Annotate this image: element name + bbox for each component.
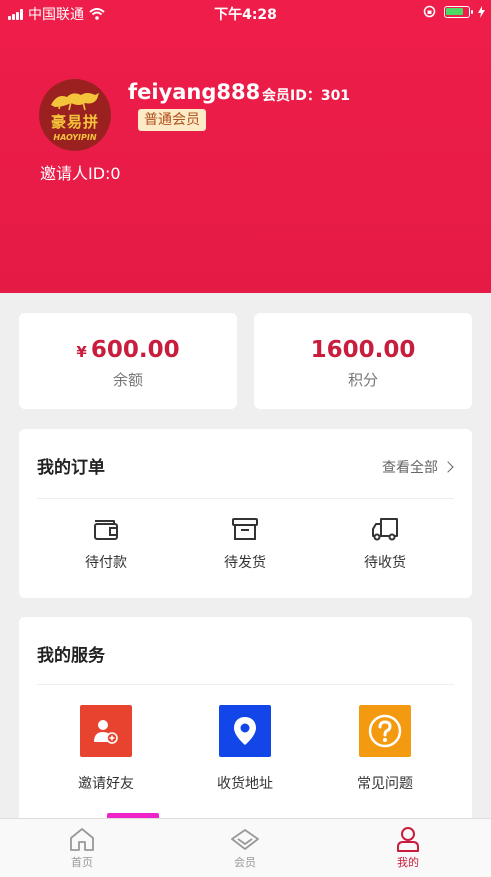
service-shipping-address-label: 收货地址 bbox=[217, 776, 273, 792]
service-invite-friends[interactable]: 邀请好友 bbox=[51, 705, 161, 793]
order-pending-receipt[interactable]: 待收货 bbox=[335, 516, 435, 572]
avatar[interactable]: 豪易拼 HAOYIPIN bbox=[39, 79, 111, 151]
username: feiyang888 bbox=[128, 80, 261, 104]
charging-icon bbox=[478, 5, 485, 18]
points-value: 1600.00 bbox=[310, 337, 416, 363]
member-level-badge: 普通会员 bbox=[138, 109, 206, 131]
box-icon bbox=[232, 518, 258, 540]
user-icon bbox=[397, 827, 419, 852]
divider bbox=[37, 498, 454, 499]
orders-card: 我的订单 查看全部 待付款 待发货 待收货 bbox=[19, 429, 472, 598]
battery-icon bbox=[444, 5, 473, 18]
home-icon bbox=[70, 828, 94, 851]
orientation-lock-icon bbox=[423, 5, 436, 18]
tab-home-label: 首页 bbox=[71, 856, 93, 869]
status-time: 下午4:28 bbox=[214, 7, 277, 23]
member-id: 会员ID：301 bbox=[262, 88, 351, 104]
balance-amount: 600.00 bbox=[90, 337, 180, 363]
balance-label: 余额 bbox=[112, 371, 143, 389]
divider bbox=[37, 684, 454, 685]
diamond-icon bbox=[231, 829, 259, 850]
service-faq-label: 常见问题 bbox=[357, 776, 413, 792]
order-pending-receipt-label: 待收货 bbox=[364, 555, 406, 571]
profile-header: 中国联通 下午4:28 豪易拼 HAOYIPIN feiyang888 会员ID… bbox=[0, 0, 491, 293]
chevron-right-icon bbox=[442, 461, 454, 473]
services-card: 我的服务 邀请好友 收货地址 常见问题 bbox=[19, 617, 472, 827]
tab-mine[interactable]: 我的 bbox=[368, 826, 448, 870]
tab-home[interactable]: 首页 bbox=[42, 826, 122, 870]
invite-friend-icon bbox=[80, 705, 132, 757]
inviter-id: 邀请人ID:0 bbox=[40, 164, 121, 183]
service-invite-friends-label: 邀请好友 bbox=[78, 776, 134, 792]
tab-member-label: 会员 bbox=[234, 856, 256, 869]
order-pending-shipment[interactable]: 待发货 bbox=[195, 516, 295, 572]
services-title: 我的服务 bbox=[37, 646, 105, 666]
service-faq[interactable]: 常见问题 bbox=[330, 705, 440, 793]
orders-title: 我的订单 bbox=[37, 458, 105, 478]
tab-member[interactable]: 会员 bbox=[205, 826, 285, 870]
bottom-tab-bar: 首页 会员 我的 bbox=[0, 818, 491, 877]
order-pending-payment[interactable]: 待付款 bbox=[56, 516, 156, 572]
currency-symbol: ¥ bbox=[76, 343, 87, 361]
wallet-icon bbox=[94, 520, 118, 540]
tab-mine-label: 我的 bbox=[397, 856, 419, 869]
avatar-brand-cn: 豪易拼 bbox=[50, 112, 99, 131]
service-shipping-address[interactable]: 收货地址 bbox=[190, 705, 300, 793]
points-card[interactable]: 1600.00 积分 bbox=[254, 313, 472, 409]
view-all-orders-link[interactable]: 查看全部 bbox=[382, 457, 454, 477]
truck-icon bbox=[372, 518, 398, 541]
horse-logo-icon bbox=[51, 92, 99, 110]
balance-value: ¥600.00 bbox=[19, 337, 237, 363]
order-pending-shipment-label: 待发货 bbox=[224, 555, 266, 571]
balance-card[interactable]: ¥600.00 余额 bbox=[19, 313, 237, 409]
status-bar: 中国联通 下午4:28 bbox=[0, 0, 491, 26]
location-pin-icon bbox=[219, 705, 271, 757]
avatar-brand-en: HAOYIPIN bbox=[53, 132, 97, 142]
order-pending-payment-label: 待付款 bbox=[85, 555, 127, 571]
points-label: 积分 bbox=[347, 371, 378, 389]
view-all-label: 查看全部 bbox=[382, 460, 438, 476]
question-icon bbox=[359, 705, 411, 757]
